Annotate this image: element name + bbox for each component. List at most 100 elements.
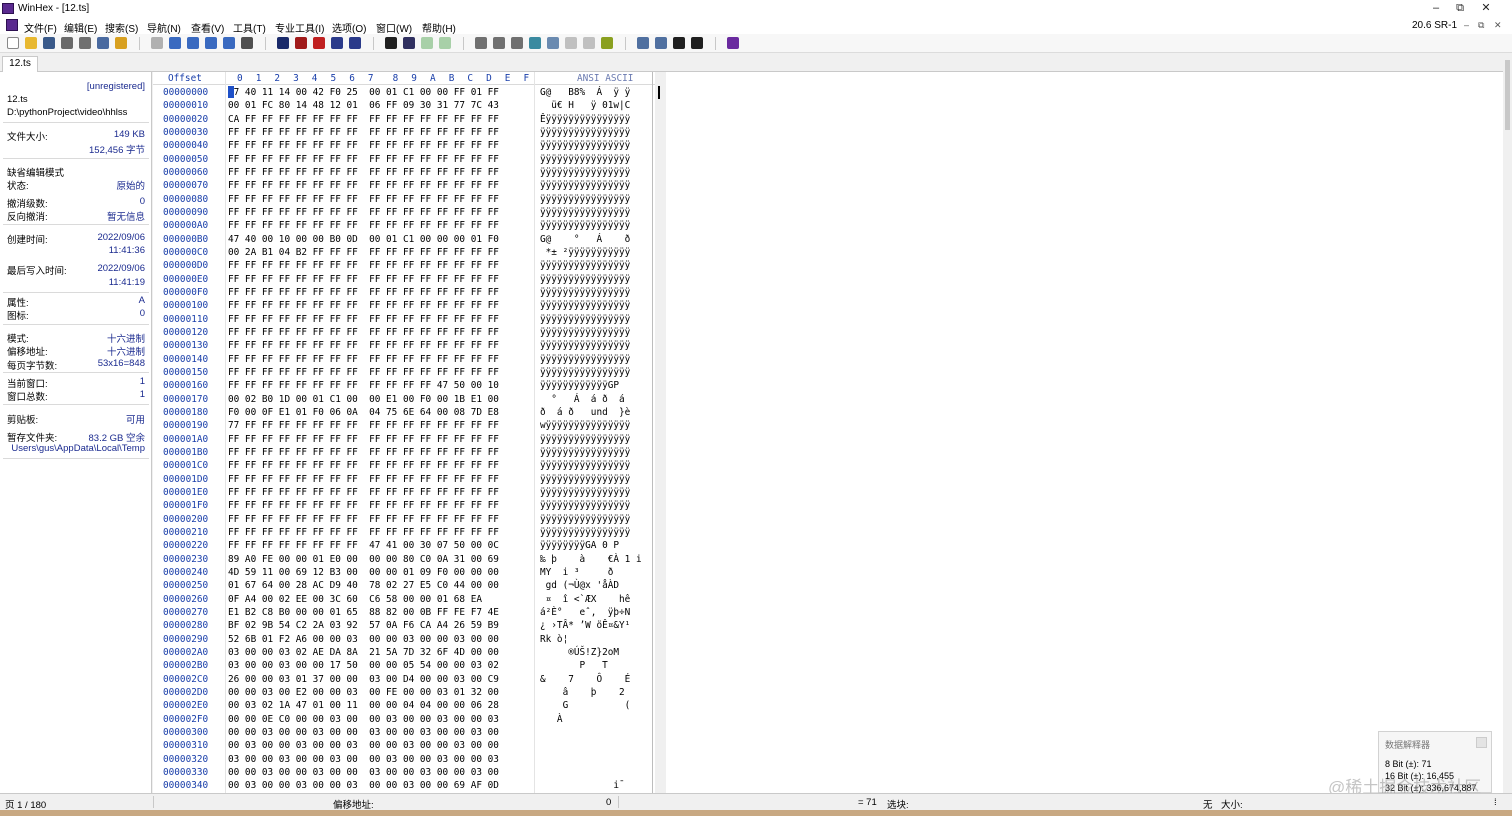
resize-grip-icon[interactable]: ⁞ bbox=[1494, 797, 1497, 808]
row-ascii[interactable] bbox=[540, 754, 630, 765]
row-hex-bytes[interactable]: E1 B2 C8 B0 00 00 01 65 88 82 00 0B FF F… bbox=[228, 607, 499, 618]
row-ascii[interactable]: ÿÿÿÿÿÿÿÿÿÿÿÿÿÿÿÿ bbox=[540, 474, 630, 485]
row-hex-bytes[interactable]: FF FF FF FF FF FF FF FF 47 41 00 30 07 5… bbox=[228, 540, 499, 551]
row-ascii[interactable]: ÿÿÿÿÿÿÿÿÿÿÿÿÿÿÿÿ bbox=[540, 447, 630, 458]
row-ascii[interactable] bbox=[540, 767, 630, 778]
analyze-icon[interactable] bbox=[601, 37, 613, 49]
recovery-icon[interactable] bbox=[583, 37, 595, 49]
row-hex-bytes[interactable]: FF FF FF FF FF FF FF FF FF FF FF FF 47 5… bbox=[228, 380, 499, 391]
row-hex-bytes[interactable]: FF FF FF FF FF FF FF FF FF FF FF FF FF F… bbox=[228, 180, 499, 191]
replace-text-icon[interactable] bbox=[331, 37, 343, 49]
row-ascii[interactable]: ð á ð und }è bbox=[540, 407, 630, 418]
row-ascii[interactable]: Êÿÿÿÿÿÿÿÿÿÿÿÿÿÿÿ bbox=[540, 114, 630, 125]
row-hex-bytes[interactable]: FF FF FF FF FF FF FF FF FF FF FF FF FF F… bbox=[228, 460, 499, 471]
next-icon[interactable] bbox=[691, 37, 703, 49]
row-hex-bytes[interactable]: FF FF FF FF FF FF FF FF FF FF FF FF FF F… bbox=[228, 194, 499, 205]
maximize-button[interactable]: ⧉ bbox=[1452, 1, 1468, 15]
row-ascii[interactable]: ÿÿÿÿÿÿÿÿÿÿÿÿÿÿÿÿ bbox=[540, 287, 630, 298]
find-hex-icon[interactable] bbox=[295, 37, 307, 49]
row-hex-bytes[interactable]: 00 00 03 00 00 03 00 00 03 00 00 03 00 0… bbox=[228, 767, 499, 778]
menu-help[interactable]: 帮助(H) bbox=[422, 20, 456, 35]
menu-file[interactable]: 文件(F) bbox=[24, 20, 57, 35]
row-hex-bytes[interactable]: 89 A0 FE 00 00 01 E0 00 00 00 80 C0 0A 3… bbox=[228, 554, 499, 565]
row-hex-bytes[interactable]: FF FF FF FF FF FF FF FF FF FF FF FF FF F… bbox=[228, 314, 499, 325]
row-hex-bytes[interactable]: FF FF FF FF FF FF FF FF FF FF FF FF FF F… bbox=[228, 500, 499, 511]
row-ascii[interactable]: ÿÿÿÿÿÿÿÿÿÿÿÿÿÿÿÿ bbox=[540, 500, 630, 511]
replace-hex-icon[interactable] bbox=[313, 37, 325, 49]
ram-icon[interactable] bbox=[511, 37, 523, 49]
row-hex-bytes[interactable]: FF FF FF FF FF FF FF FF FF FF FF FF FF F… bbox=[228, 327, 499, 338]
row-ascii[interactable]: ¿ ›TÂ* ’W öÊ¤&Y¹ bbox=[540, 620, 630, 631]
doc-restore-button[interactable]: ⧉ bbox=[1478, 20, 1484, 31]
row-ascii[interactable]: ÿÿÿÿÿÿÿÿÿÿÿÿÿÿÿÿ bbox=[540, 340, 630, 351]
tab-12-ts[interactable]: 12.ts bbox=[2, 56, 38, 72]
row-ascii[interactable]: ÿÿÿÿÿÿÿÿÿÿÿÿÿÿÿÿ bbox=[540, 460, 630, 471]
row-hex-bytes[interactable]: 00 00 03 00 00 03 00 00 03 00 00 03 00 0… bbox=[228, 727, 499, 738]
print-icon[interactable] bbox=[61, 37, 73, 49]
vertical-scrollbar[interactable] bbox=[1503, 54, 1512, 793]
row-hex-bytes[interactable]: 03 00 00 03 00 00 03 00 00 03 00 00 03 0… bbox=[228, 754, 499, 765]
save-icon[interactable] bbox=[43, 37, 55, 49]
book-icon[interactable] bbox=[727, 37, 739, 49]
row-hex-bytes[interactable]: 01 67 64 00 28 AC D9 40 78 02 27 E5 C0 4… bbox=[228, 580, 499, 591]
cut-icon[interactable] bbox=[169, 37, 181, 49]
row-hex-bytes[interactable]: 52 6B 01 F2 A6 00 00 03 00 00 03 00 00 0… bbox=[228, 634, 499, 645]
row-ascii[interactable]: G@ B8% Á ÿ ÿ bbox=[540, 87, 630, 98]
menu-navigate[interactable]: 导航(N) bbox=[147, 20, 181, 35]
row-ascii[interactable]: á²È° eˆ‚ ÿþ÷N bbox=[540, 607, 630, 618]
scrollbar-thumb[interactable] bbox=[1505, 60, 1510, 130]
row-ascii[interactable]: ‰ þ à €À 1 i bbox=[540, 554, 642, 565]
row-hex-bytes[interactable]: FF FF FF FF FF FF FF FF FF FF FF FF FF F… bbox=[228, 287, 499, 298]
previous-icon[interactable] bbox=[673, 37, 685, 49]
menu-search[interactable]: 搜索(S) bbox=[105, 20, 138, 35]
row-hex-bytes[interactable]: FF FF FF FF FF FF FF FF FF FF FF FF FF F… bbox=[228, 207, 499, 218]
copy-icon[interactable] bbox=[187, 37, 199, 49]
forward-arrow-icon[interactable] bbox=[439, 37, 451, 49]
row-ascii[interactable]: ÿÿÿÿÿÿÿÿÿÿÿÿÿÿÿÿ bbox=[540, 514, 630, 525]
row-hex-bytes[interactable]: 0F A4 00 02 EE 00 3C 60 C6 58 00 00 01 6… bbox=[228, 594, 482, 605]
hex-editor[interactable]: Offset 0 1 2 3 4 5 6 7 8 9 A B C D E F ANSI ASCII 00000… bbox=[153, 72, 655, 793]
calculator-icon[interactable] bbox=[529, 37, 541, 49]
row-ascii[interactable]: *± ²ÿÿÿÿÿÿÿÿÿÿÿ bbox=[540, 247, 631, 258]
row-hex-bytes[interactable]: FF FF FF FF FF FF FF FF FF FF FF FF FF F… bbox=[228, 474, 499, 485]
row-hex-bytes[interactable]: 47 40 11 14 00 42 F0 25 00 01 C1 00 00 F… bbox=[228, 87, 499, 98]
minimize-button[interactable]: – bbox=[1428, 1, 1444, 15]
row-hex-bytes[interactable]: 00 02 B0 1D 00 01 C1 00 00 E1 00 F0 00 1… bbox=[228, 394, 499, 405]
row-hex-bytes[interactable]: FF FF FF FF FF FF FF FF FF FF FF FF FF F… bbox=[228, 140, 499, 151]
row-ascii[interactable]: ° Á á ð á bbox=[540, 394, 630, 405]
row-ascii[interactable]: ÿÿÿÿÿÿÿÿÿÿÿÿÿÿÿÿ bbox=[540, 127, 630, 138]
row-hex-bytes[interactable]: BF 02 9B 54 C2 2A 03 92 57 0A F6 CA A4 2… bbox=[228, 620, 499, 631]
write-hex-icon[interactable] bbox=[241, 37, 253, 49]
row-ascii[interactable] bbox=[540, 727, 630, 738]
row-hex-bytes[interactable]: 00 03 00 00 03 00 00 03 00 00 03 00 00 0… bbox=[228, 740, 499, 751]
row-hex-bytes[interactable]: 26 00 00 03 01 37 00 00 03 00 D4 00 00 0… bbox=[228, 674, 499, 685]
row-hex-bytes[interactable]: FF FF FF FF FF FF FF FF FF FF FF FF FF F… bbox=[228, 434, 499, 445]
paste-special-icon[interactable] bbox=[223, 37, 235, 49]
row-ascii[interactable]: G ( bbox=[540, 700, 631, 711]
row-ascii[interactable]: G@ ° Á ð bbox=[540, 234, 630, 245]
row-hex-bytes[interactable]: 03 00 00 03 02 AE DA 8A 21 5A 7D 32 6F 4… bbox=[228, 647, 499, 658]
folder-icon[interactable] bbox=[115, 37, 127, 49]
close-button[interactable]: ✕ bbox=[1478, 1, 1494, 15]
row-hex-bytes[interactable]: 00 01 FC 80 14 48 12 01 06 FF 09 30 31 7… bbox=[228, 100, 499, 111]
row-ascii[interactable]: ÿÿÿÿÿÿÿÿÿÿÿÿÿÿÿÿ bbox=[540, 194, 630, 205]
row-ascii[interactable]: wÿÿÿÿÿÿÿÿÿÿÿÿÿÿÿ bbox=[540, 420, 630, 431]
row-hex-bytes[interactable]: FF FF FF FF FF FF FF FF FF FF FF FF FF F… bbox=[228, 274, 499, 285]
hex-layout-icon[interactable] bbox=[637, 37, 649, 49]
menu-edit[interactable]: 编辑(E) bbox=[64, 20, 97, 35]
row-hex-bytes[interactable]: FF FF FF FF FF FF FF FF FF FF FF FF FF F… bbox=[228, 220, 499, 231]
goto-offset-icon[interactable] bbox=[385, 37, 397, 49]
new-file-icon[interactable] bbox=[7, 37, 19, 49]
menu-tools[interactable]: 工具(T) bbox=[233, 20, 266, 35]
paste-icon[interactable] bbox=[205, 37, 217, 49]
row-hex-bytes[interactable]: FF FF FF FF FF FF FF FF FF FF FF FF FF F… bbox=[228, 447, 499, 458]
document-menu-icon[interactable] bbox=[6, 19, 18, 31]
menu-view[interactable]: 查看(V) bbox=[191, 20, 224, 35]
row-hex-bytes[interactable]: 00 00 03 00 E2 00 00 03 00 FE 00 00 03 0… bbox=[228, 687, 499, 698]
row-hex-bytes[interactable]: CA FF FF FF FF FF FF FF FF FF FF FF FF F… bbox=[228, 114, 499, 125]
row-ascii[interactable]: ÿÿÿÿÿÿÿÿÿÿÿÿGP bbox=[540, 380, 630, 391]
row-hex-bytes[interactable]: FF FF FF FF FF FF FF FF FF FF FF FF FF F… bbox=[228, 154, 499, 165]
row-ascii[interactable]: ÿÿÿÿÿÿÿÿÿÿÿÿÿÿÿÿ bbox=[540, 180, 630, 191]
row-ascii[interactable]: â þ 2 bbox=[540, 687, 630, 698]
doc-minimize-button[interactable]: – bbox=[1464, 20, 1469, 30]
